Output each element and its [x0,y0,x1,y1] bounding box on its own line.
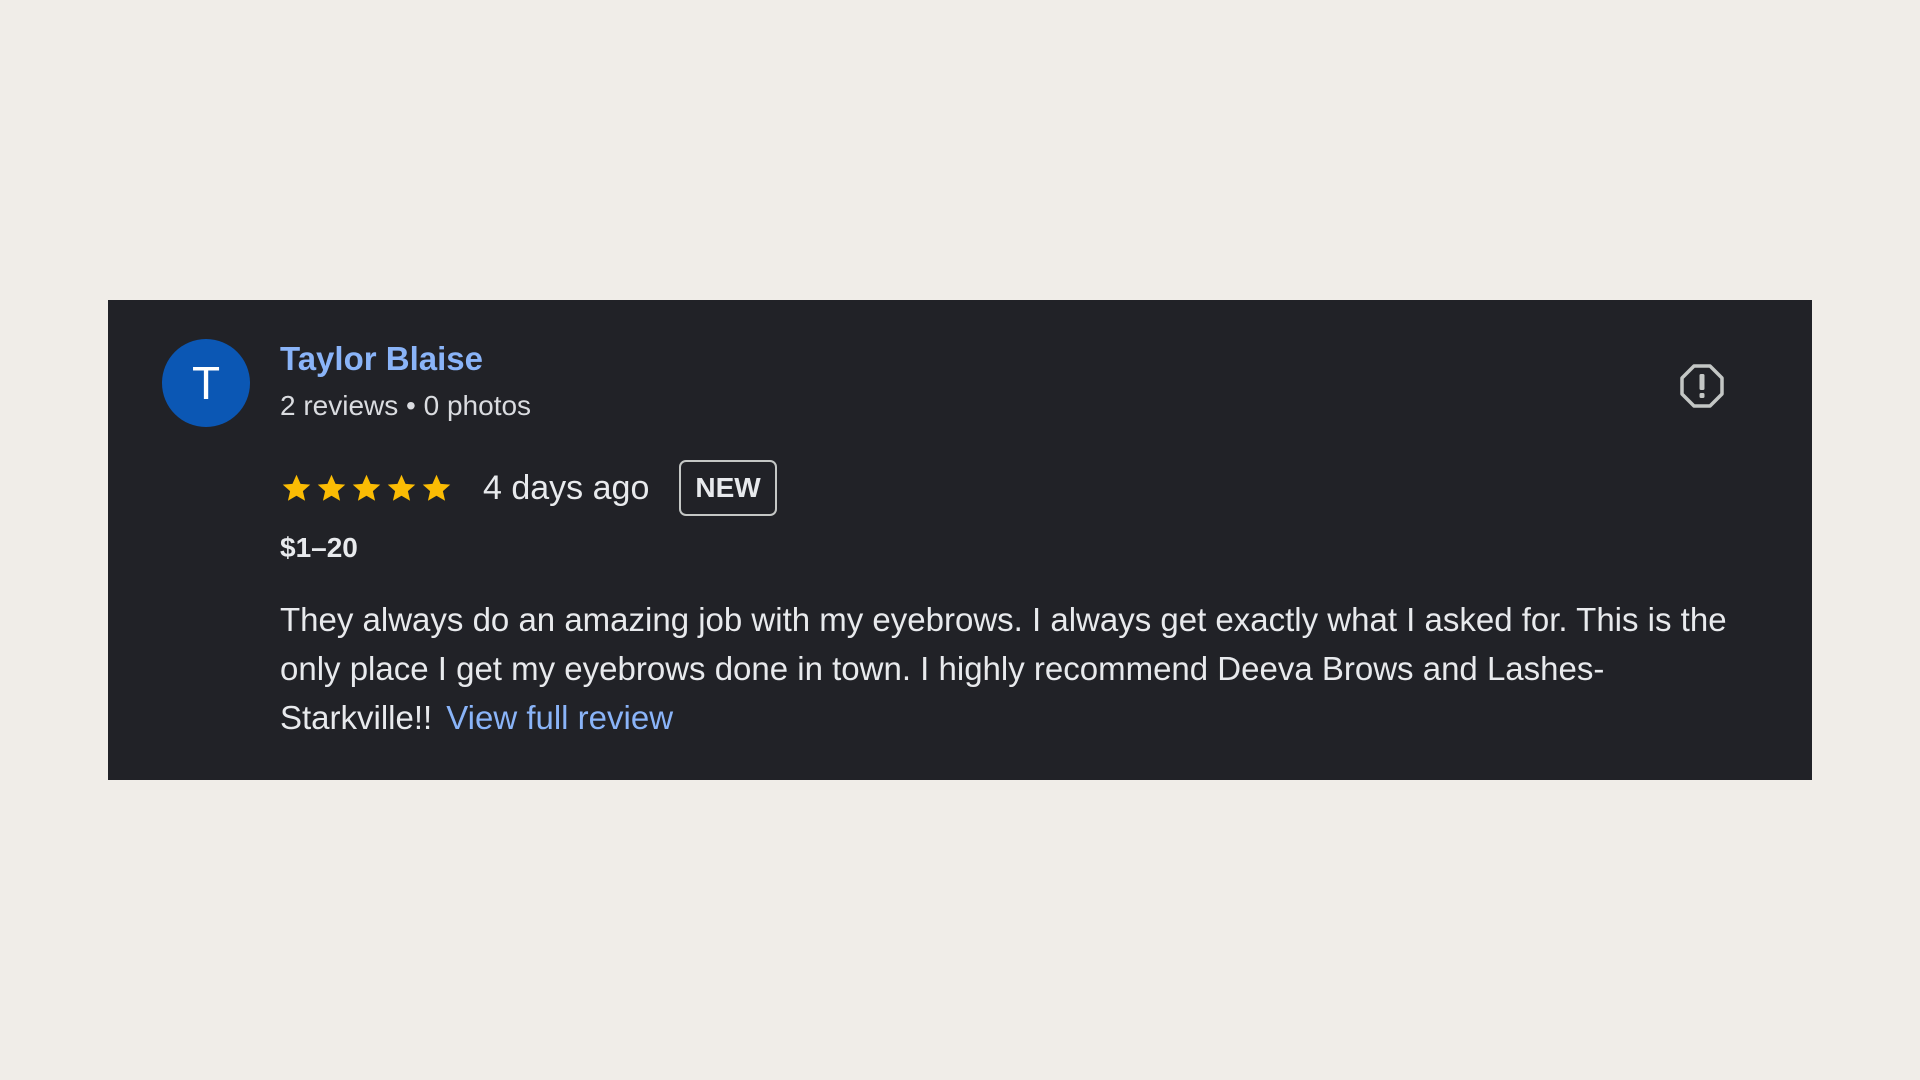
star-icon [282,474,311,501]
new-badge: NEW [679,460,777,516]
rating-row: 4 days ago NEW [280,460,777,516]
review-text: They always do an amazing job with my ey… [280,595,1750,742]
view-full-review-link[interactable]: View full review [446,699,673,736]
star-icon [422,474,451,501]
report-icon[interactable] [1678,362,1726,410]
star-icon [317,474,346,501]
review-card: T Taylor Blaise 2 reviews • 0 photos 4 d… [108,300,1812,780]
review-date: 4 days ago [483,468,650,507]
star-icon [387,474,416,501]
price-range: $1–20 [280,532,358,563]
author-meta: 2 reviews • 0 photos [280,390,532,421]
star-rating [280,472,453,505]
avatar[interactable]: T [162,339,250,427]
star-icon [352,474,381,501]
alert-octagon-icon [1680,364,1724,408]
author-name-link[interactable]: Taylor Blaise [280,340,483,378]
